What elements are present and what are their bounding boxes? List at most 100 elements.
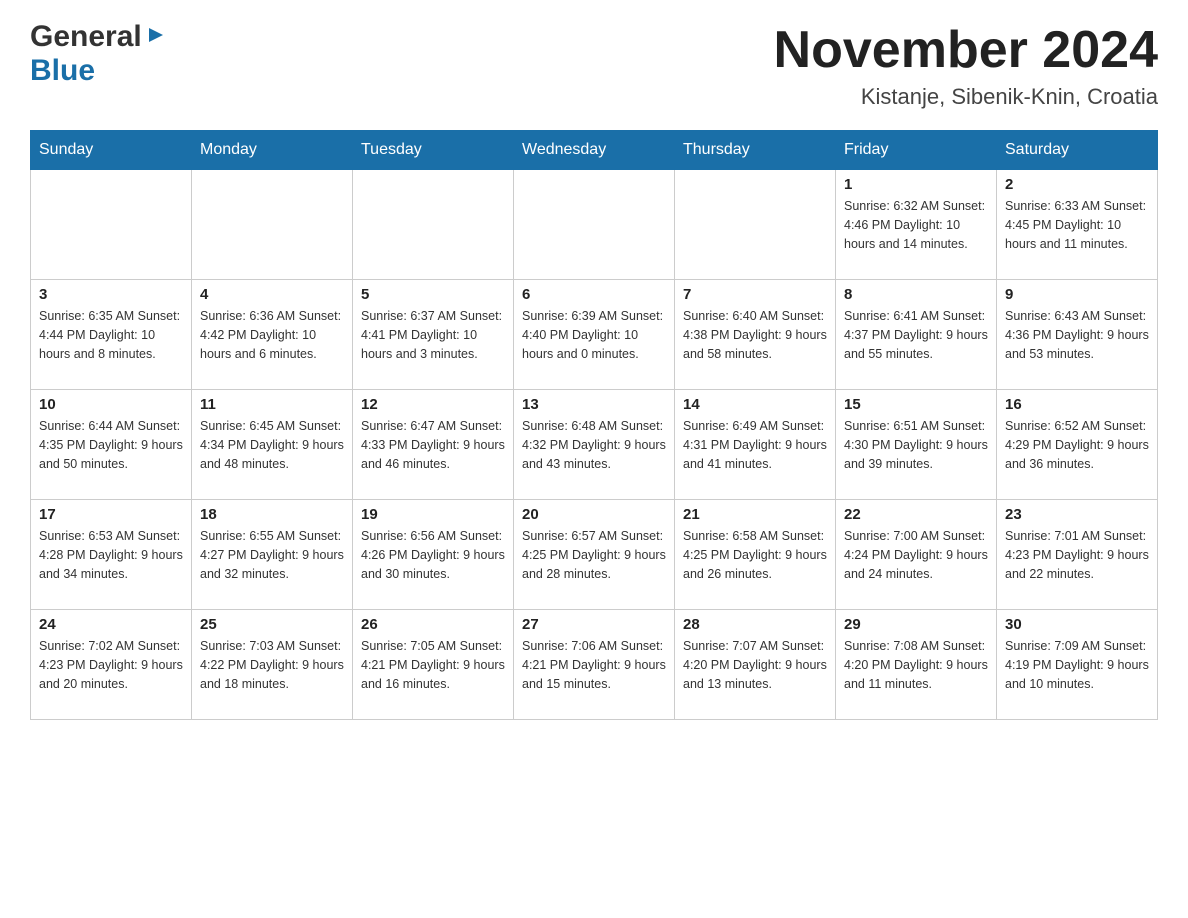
calendar-cell: 30Sunrise: 7:09 AM Sunset: 4:19 PM Dayli… <box>997 610 1158 720</box>
day-header-wednesday: Wednesday <box>514 131 675 170</box>
day-number: 22 <box>844 506 988 523</box>
sun-info: Sunrise: 6:51 AM Sunset: 4:30 PM Dayligh… <box>844 417 988 473</box>
calendar-cell: 4 Sunrise: 6:36 AM Sunset: 4:42 PM Daylig… <box>192 280 353 390</box>
sun-info: Sunrise: 6:32 AM Sunset: 4:46 PM Dayligh… <box>844 197 988 253</box>
day-header-friday: Friday <box>836 131 997 170</box>
sun-info: Sunrise: 6:37 AM Sunset: 4:41 PM Dayligh… <box>361 307 505 363</box>
day-number: 1 <box>844 176 988 193</box>
calendar-cell: 20 Sunrise: 6:57 AM Sunset: 4:25 PM Dayli… <box>514 500 675 610</box>
sun-info: Sunrise: 6:52 AM Sunset: 4:29 PM Dayligh… <box>1005 417 1149 473</box>
calendar-cell: 22 Sunrise: 7:00 AM Sunset: 4:24 PM Dayli… <box>836 500 997 610</box>
day-number: 10 <box>39 396 183 413</box>
calendar-week-row: 17 Sunrise: 6:53 AM Sunset: 4:28 PM Dayli… <box>31 500 1158 610</box>
sun-info: Sunrise: 7:05 AM Sunset: 4:21 PM Dayligh… <box>361 637 505 693</box>
calendar-cell: 15 Sunrise: 6:51 AM Sunset: 4:30 PM Dayli… <box>836 390 997 500</box>
calendar-cell: 6 Sunrise: 6:39 AM Sunset: 4:40 PM Daylig… <box>514 280 675 390</box>
calendar-week-row: 3 Sunrise: 6:35 AM Sunset: 4:44 PM Daylig… <box>31 280 1158 390</box>
day-number: 25 <box>200 616 344 633</box>
calendar-cell: 26 Sunrise: 7:05 AM Sunset: 4:21 PM Dayli… <box>353 610 514 720</box>
sun-info: Sunrise: 6:33 AM Sunset: 4:45 PM Dayligh… <box>1005 197 1149 253</box>
day-header-sunday: Sunday <box>31 131 192 170</box>
day-number: 9 <box>1005 286 1149 303</box>
calendar-cell: 3 Sunrise: 6:35 AM Sunset: 4:44 PM Daylig… <box>31 280 192 390</box>
month-title: November 2024 <box>774 20 1158 80</box>
sun-info: Sunrise: 7:03 AM Sunset: 4:22 PM Dayligh… <box>200 637 344 693</box>
header: General Blue November 2024 Kistanje, Sib… <box>30 20 1158 110</box>
calendar-cell: 27Sunrise: 7:06 AM Sunset: 4:21 PM Dayli… <box>514 610 675 720</box>
calendar-cell <box>675 170 836 280</box>
sun-info: Sunrise: 6:48 AM Sunset: 4:32 PM Dayligh… <box>522 417 666 473</box>
day-header-tuesday: Tuesday <box>353 131 514 170</box>
calendar-cell: 9 Sunrise: 6:43 AM Sunset: 4:36 PM Daylig… <box>997 280 1158 390</box>
day-number: 23 <box>1005 506 1149 523</box>
calendar-cell <box>353 170 514 280</box>
day-number: 24 <box>39 616 183 633</box>
sun-info: Sunrise: 6:35 AM Sunset: 4:44 PM Dayligh… <box>39 307 183 363</box>
calendar-cell: 12 Sunrise: 6:47 AM Sunset: 4:33 PM Dayli… <box>353 390 514 500</box>
sun-info: Sunrise: 6:36 AM Sunset: 4:42 PM Dayligh… <box>200 307 344 363</box>
sun-info: Sunrise: 6:53 AM Sunset: 4:28 PM Dayligh… <box>39 527 183 583</box>
day-number: 20 <box>522 506 666 523</box>
calendar-cell: 29 Sunrise: 7:08 AM Sunset: 4:20 PM Dayli… <box>836 610 997 720</box>
day-header-monday: Monday <box>192 131 353 170</box>
day-number: 21 <box>683 506 827 523</box>
calendar-cell: 17 Sunrise: 6:53 AM Sunset: 4:28 PM Dayli… <box>31 500 192 610</box>
sun-info: Sunrise: 6:44 AM Sunset: 4:35 PM Dayligh… <box>39 417 183 473</box>
day-number: 12 <box>361 396 505 413</box>
day-number: 27 <box>522 616 666 633</box>
logo-general-text: General <box>30 20 142 54</box>
calendar-cell: 7Sunrise: 6:40 AM Sunset: 4:38 PM Daylig… <box>675 280 836 390</box>
sun-info: Sunrise: 6:45 AM Sunset: 4:34 PM Dayligh… <box>200 417 344 473</box>
sun-info: Sunrise: 6:43 AM Sunset: 4:36 PM Dayligh… <box>1005 307 1149 363</box>
calendar-week-row: 1 Sunrise: 6:32 AM Sunset: 4:46 PM Daylig… <box>31 170 1158 280</box>
calendar-cell: 18 Sunrise: 6:55 AM Sunset: 4:27 PM Dayli… <box>192 500 353 610</box>
calendar-cell: 5Sunrise: 6:37 AM Sunset: 4:41 PM Daylig… <box>353 280 514 390</box>
calendar-cell: 16Sunrise: 6:52 AM Sunset: 4:29 PM Dayli… <box>997 390 1158 500</box>
calendar-cell: 11 Sunrise: 6:45 AM Sunset: 4:34 PM Dayli… <box>192 390 353 500</box>
calendar-week-row: 24 Sunrise: 7:02 AM Sunset: 4:23 PM Dayli… <box>31 610 1158 720</box>
calendar-cell <box>192 170 353 280</box>
day-number: 17 <box>39 506 183 523</box>
title-area: November 2024 Kistanje, Sibenik-Knin, Cr… <box>774 20 1158 110</box>
sun-info: Sunrise: 6:39 AM Sunset: 4:40 PM Dayligh… <box>522 307 666 363</box>
calendar-cell: 25 Sunrise: 7:03 AM Sunset: 4:22 PM Dayli… <box>192 610 353 720</box>
calendar-cell: 24 Sunrise: 7:02 AM Sunset: 4:23 PM Dayli… <box>31 610 192 720</box>
location-title: Kistanje, Sibenik-Knin, Croatia <box>774 84 1158 110</box>
day-number: 3 <box>39 286 183 303</box>
day-number: 6 <box>522 286 666 303</box>
sun-info: Sunrise: 7:02 AM Sunset: 4:23 PM Dayligh… <box>39 637 183 693</box>
sun-info: Sunrise: 6:49 AM Sunset: 4:31 PM Dayligh… <box>683 417 827 473</box>
sun-info: Sunrise: 6:57 AM Sunset: 4:25 PM Dayligh… <box>522 527 666 583</box>
calendar-cell: 1 Sunrise: 6:32 AM Sunset: 4:46 PM Daylig… <box>836 170 997 280</box>
logo-arrow-icon <box>145 24 167 51</box>
day-number: 15 <box>844 396 988 413</box>
sun-info: Sunrise: 7:08 AM Sunset: 4:20 PM Dayligh… <box>844 637 988 693</box>
calendar-week-row: 10 Sunrise: 6:44 AM Sunset: 4:35 PM Dayli… <box>31 390 1158 500</box>
sun-info: Sunrise: 7:07 AM Sunset: 4:20 PM Dayligh… <box>683 637 827 693</box>
day-number: 26 <box>361 616 505 633</box>
day-number: 11 <box>200 396 344 413</box>
sun-info: Sunrise: 6:56 AM Sunset: 4:26 PM Dayligh… <box>361 527 505 583</box>
day-number: 8 <box>844 286 988 303</box>
sun-info: Sunrise: 6:47 AM Sunset: 4:33 PM Dayligh… <box>361 417 505 473</box>
sun-info: Sunrise: 7:01 AM Sunset: 4:23 PM Dayligh… <box>1005 527 1149 583</box>
calendar-cell: 14Sunrise: 6:49 AM Sunset: 4:31 PM Dayli… <box>675 390 836 500</box>
day-number: 18 <box>200 506 344 523</box>
sun-info: Sunrise: 6:58 AM Sunset: 4:25 PM Dayligh… <box>683 527 827 583</box>
day-number: 13 <box>522 396 666 413</box>
calendar-cell: 21 Sunrise: 6:58 AM Sunset: 4:25 PM Dayli… <box>675 500 836 610</box>
sun-info: Sunrise: 7:00 AM Sunset: 4:24 PM Dayligh… <box>844 527 988 583</box>
logo: General Blue <box>30 20 167 88</box>
day-number: 29 <box>844 616 988 633</box>
day-header-saturday: Saturday <box>997 131 1158 170</box>
calendar-cell <box>31 170 192 280</box>
sun-info: Sunrise: 6:40 AM Sunset: 4:38 PM Dayligh… <box>683 307 827 363</box>
day-number: 19 <box>361 506 505 523</box>
day-number: 28 <box>683 616 827 633</box>
calendar-cell: 8 Sunrise: 6:41 AM Sunset: 4:37 PM Daylig… <box>836 280 997 390</box>
day-header-thursday: Thursday <box>675 131 836 170</box>
day-number: 4 <box>200 286 344 303</box>
day-number: 2 <box>1005 176 1149 193</box>
sun-info: Sunrise: 6:41 AM Sunset: 4:37 PM Dayligh… <box>844 307 988 363</box>
sun-info: Sunrise: 6:55 AM Sunset: 4:27 PM Dayligh… <box>200 527 344 583</box>
